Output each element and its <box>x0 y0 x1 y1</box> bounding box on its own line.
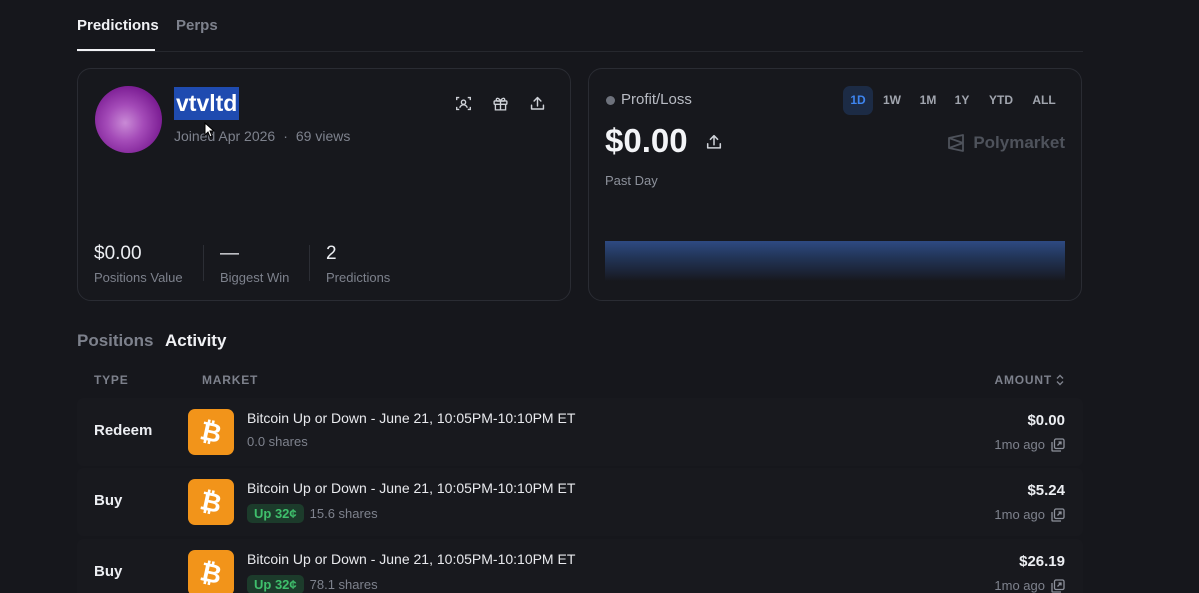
stat-label: Predictions <box>326 270 391 285</box>
range-1w-button[interactable]: 1W <box>877 86 907 115</box>
stat-divider <box>309 245 310 281</box>
external-link-icon[interactable] <box>1051 437 1065 452</box>
profit-loss-value: $0.00 <box>605 122 688 159</box>
outcome-badge: Up 32¢ <box>247 575 304 593</box>
column-header-amount[interactable]: AMOUNT <box>995 373 1065 387</box>
market-title[interactable]: Bitcoin Up or Down - June 21, 10:05PM-10… <box>247 480 575 496</box>
stat-predictions: 2 Predictions <box>326 241 390 285</box>
stat-label: Biggest Win <box>220 270 290 285</box>
market-sub: 0.0 shares <box>247 434 308 449</box>
stat-divider <box>203 245 204 281</box>
time-ago: 1mo ago <box>994 578 1045 593</box>
svg-text:₿: ₿ <box>197 558 224 588</box>
table-row[interactable]: Buy ₿ Bitcoin Up or Down - June 21, 10:0… <box>77 468 1083 536</box>
tab-activity[interactable]: Activity <box>165 331 226 351</box>
profit-loss-card: Profit/Loss 1D 1W 1M 1Y YTD ALL $0.00 Pa… <box>588 68 1082 301</box>
sort-icon <box>1056 374 1064 386</box>
column-header-type: TYPE <box>94 373 129 387</box>
range-1y-button[interactable]: 1Y <box>947 86 977 115</box>
profit-loss-chart-area[interactable] <box>605 241 1065 281</box>
tab-predictions[interactable]: Predictions <box>77 17 159 34</box>
outcome-badge: Up 32¢ <box>247 504 304 523</box>
external-link-icon[interactable] <box>1051 578 1065 593</box>
meta-separator: · <box>283 128 288 144</box>
stat-label: Positions Value <box>94 270 183 285</box>
timestamp: 1mo ago <box>994 507 1065 522</box>
timestamp: 1mo ago <box>994 437 1065 452</box>
external-link-icon[interactable] <box>1051 507 1065 522</box>
shares: 15.6 shares <box>309 506 378 521</box>
stat-value: $0.00 <box>94 243 142 264</box>
market-sub: Up 32¢ 15.6 shares <box>247 504 378 523</box>
range-all-button[interactable]: ALL <box>1027 86 1061 115</box>
bitcoin-icon: ₿ <box>188 479 234 525</box>
shares: 0.0 shares <box>247 434 308 449</box>
joined-date: Joined Apr 2026 <box>174 128 276 144</box>
time-ago: 1mo ago <box>994 507 1045 522</box>
column-header-amount-label: AMOUNT <box>994 373 1052 387</box>
polymarket-brand: Polymarket <box>946 133 1065 153</box>
amount: $26.19 <box>1019 553 1065 570</box>
profit-loss-period: Past Day <box>605 173 658 188</box>
timestamp: 1mo ago <box>994 578 1065 593</box>
range-1m-button[interactable]: 1M <box>913 86 943 115</box>
market-sub: Up 32¢ 78.1 shares <box>247 575 378 593</box>
activity-type: Buy <box>94 563 123 580</box>
gift-icon[interactable] <box>490 93 510 113</box>
avatar[interactable] <box>95 86 162 153</box>
range-ytd-button[interactable]: YTD <box>983 86 1019 115</box>
svg-text:₿: ₿ <box>197 487 224 517</box>
table-row[interactable]: Redeem ₿ Bitcoin Up or Down - June 21, 1… <box>77 398 1083 466</box>
amount: $5.24 <box>1027 482 1065 499</box>
profile-meta: Joined Apr 2026 · 69 views <box>174 128 350 144</box>
column-header-market: MARKET <box>202 373 259 387</box>
svg-text:₿: ₿ <box>197 417 224 447</box>
range-1d-button[interactable]: 1D <box>843 86 873 115</box>
active-tab-indicator <box>77 49 155 51</box>
stat-positions-value: $0.00 Positions Value <box>94 241 183 285</box>
bitcoin-icon: ₿ <box>188 550 234 593</box>
time-ago: 1mo ago <box>994 437 1045 452</box>
status-dot-icon <box>606 96 615 105</box>
share-icon[interactable] <box>705 133 723 151</box>
activity-type: Buy <box>94 492 123 509</box>
polymarket-logo-icon <box>948 134 965 152</box>
activity-type: Redeem <box>94 422 153 439</box>
view-count: 69 views <box>295 128 351 144</box>
market-title[interactable]: Bitcoin Up or Down - June 21, 10:05PM-10… <box>247 410 575 426</box>
scan-icon[interactable] <box>453 93 473 113</box>
table-row[interactable]: Buy ₿ Bitcoin Up or Down - June 21, 10:0… <box>77 539 1083 593</box>
mouse-cursor-icon <box>204 122 216 138</box>
brand-name: Polymarket <box>973 133 1065 152</box>
tab-perps[interactable]: Perps <box>176 17 218 34</box>
page: Predictions Perps vtvltd Joined Apr 2026… <box>0 0 1199 593</box>
market-title[interactable]: Bitcoin Up or Down - June 21, 10:05PM-10… <box>247 551 575 567</box>
username[interactable]: vtvltd <box>174 87 240 120</box>
profit-loss-title: Profit/Loss <box>621 91 692 108</box>
top-tab-bar: Predictions Perps <box>77 0 1083 52</box>
stat-biggest-win: — Biggest Win <box>220 241 289 285</box>
stat-value: — <box>220 243 239 264</box>
bitcoin-icon: ₿ <box>188 409 234 455</box>
profile-card: vtvltd Joined Apr 2026 · 69 views $0.00 … <box>77 68 571 301</box>
tab-positions[interactable]: Positions <box>77 331 154 351</box>
shares: 78.1 shares <box>309 577 378 592</box>
share-icon[interactable] <box>527 93 547 113</box>
amount: $0.00 <box>1027 412 1065 429</box>
stat-value: 2 <box>326 243 337 264</box>
